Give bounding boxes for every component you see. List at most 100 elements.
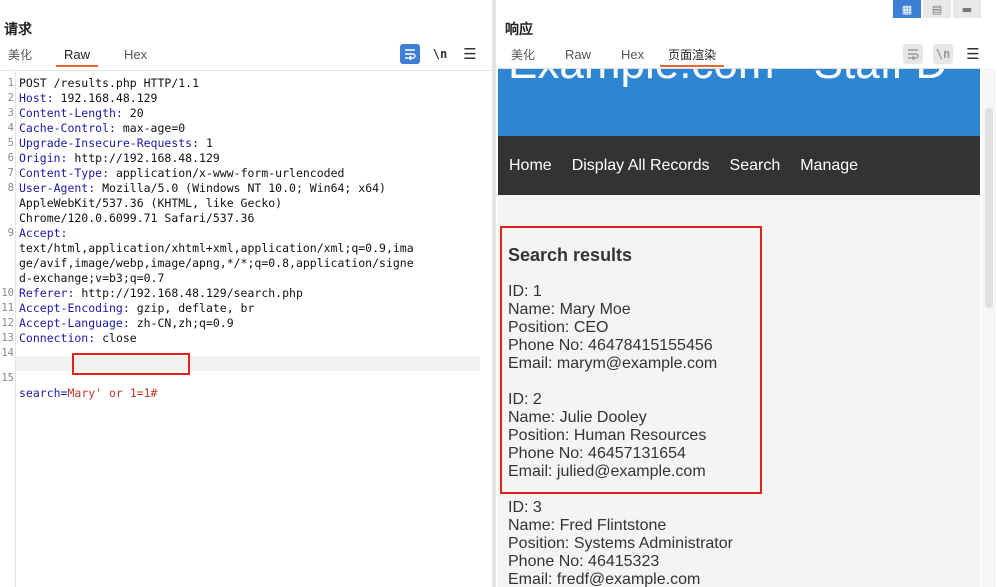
menu-icon[interactable]: ☰: [963, 44, 983, 64]
header-name: Accept-Encoding:: [19, 301, 130, 315]
layout-switcher: ▦ ▤ ▬: [893, 0, 983, 18]
wrap-lines-icon[interactable]: [400, 44, 420, 64]
split-horizontal-icon[interactable]: ▦: [893, 0, 921, 18]
scroll-thumb[interactable]: [985, 108, 993, 308]
line-number: 10: [1, 287, 14, 299]
header-name: Content-Type:: [19, 166, 110, 180]
record-name: Name: Julie Dooley: [508, 409, 647, 426]
menu-icon[interactable]: ☰: [460, 44, 480, 64]
header-value: http://192.168.48.129: [67, 151, 220, 165]
line-gutter: [15, 71, 16, 587]
header-value: 192.168.48.129: [53, 91, 158, 105]
nav-search[interactable]: Search: [730, 157, 781, 175]
line-number: 15: [1, 372, 14, 384]
nav-display-all-records[interactable]: Display All Records: [572, 157, 710, 175]
line-number: 4: [7, 122, 14, 134]
header-name: Origin:: [19, 151, 68, 165]
site-title: Example.com - Staff D: [508, 69, 947, 89]
record-position: Position: Human Resources: [508, 427, 707, 444]
single-pane-icon[interactable]: ▬: [953, 0, 981, 18]
line-number: 6: [7, 152, 14, 164]
header-value: max-age=0: [115, 121, 186, 135]
header-value: zh-CN,zh;q=0.9: [129, 316, 234, 330]
header-name: Host:: [19, 91, 54, 105]
header-name: Upgrade-Insecure-Requests:: [19, 136, 200, 150]
line-number: 13: [1, 332, 14, 344]
record-email: Email: marym@example.com: [508, 355, 718, 372]
line-number: 3: [7, 107, 14, 119]
response-title: 响应: [505, 22, 533, 38]
site-header: Example.com - Staff D: [498, 69, 980, 136]
tab-raw[interactable]: Raw: [56, 45, 99, 67]
line-number: 2: [7, 92, 14, 104]
code-text: d-exchange;v=b3;q=0.7: [19, 271, 165, 285]
injection-payload: Mary' or 1=1#: [67, 386, 158, 400]
header-name: User-Agent:: [19, 181, 96, 195]
header-name: Content-Length:: [19, 106, 123, 120]
record-email: Email: julied@example.com: [508, 463, 706, 480]
line-number: 9: [7, 227, 14, 239]
header-value: close: [95, 331, 137, 345]
code-text: POST /results.php HTTP/1.1: [19, 76, 200, 90]
wrap-lines-icon[interactable]: [903, 44, 923, 64]
code-text: ge/avif,image/webp,image/apng,*/*;q=0.8,…: [19, 256, 414, 270]
header-value: gzip, deflate, br: [129, 301, 255, 315]
tab-pretty[interactable]: 美化: [503, 45, 543, 67]
body-param-name: search=: [19, 386, 68, 400]
line-number: 1: [7, 77, 14, 89]
record-id: ID: 2: [508, 391, 542, 408]
tab-hex[interactable]: Hex: [116, 45, 155, 67]
record-item: ID: 2 Name: Julie Dooley Position: Human…: [508, 391, 978, 481]
request-editor[interactable]: 1 POST /results.php HTTP/1.1 2 Host: 192.16…: [0, 70, 492, 587]
header-value: application/x-www-form-urlencoded: [109, 166, 345, 180]
header-value: 20: [122, 106, 144, 120]
record-item: ID: 1 Name: Mary Moe Position: CEO Phone…: [508, 283, 978, 373]
response-tabs: 美化 Raw Hex 页面渲染: [503, 45, 725, 67]
header-name: Accept:: [19, 226, 68, 240]
header-value: 1: [199, 136, 213, 150]
header-value: http://192.168.48.129/search.php: [74, 286, 303, 300]
record-phone: Phone No: 46457131654: [508, 445, 686, 462]
record-item: ID: 3 Name: Fred Flintstone Position: Sy…: [508, 499, 978, 587]
line-number: 11: [1, 302, 14, 314]
newline-toggle-button[interactable]: \n: [430, 44, 450, 64]
results-heading: Search results: [508, 245, 633, 265]
header-name: Connection:: [19, 331, 96, 345]
render-scrollbar[interactable]: [982, 68, 996, 587]
line-number: 8: [7, 182, 14, 194]
site-navbar: Home Display All Records Search Manage: [498, 136, 980, 195]
header-name: Referer:: [19, 286, 75, 300]
request-title: 请求: [4, 22, 32, 38]
record-position: Position: CEO: [508, 319, 609, 336]
header-name: Cache-Control:: [19, 121, 116, 135]
record-name: Name: Fred Flintstone: [508, 517, 667, 534]
split-vertical-icon[interactable]: ▤: [923, 0, 951, 18]
code-text: AppleWebKit/537.36 (KHTML, like Gecko): [19, 196, 283, 210]
record-phone: Phone No: 46478415155456: [508, 337, 713, 354]
search-results: Search results ID: 1 Name: Mary Moe Posi…: [508, 243, 978, 587]
line-number: 5: [7, 137, 14, 149]
record-name: Name: Mary Moe: [508, 301, 631, 318]
record-phone: Phone No: 46415323: [508, 553, 660, 570]
response-pane: ▦ ▤ ▬ 响应 美化 Raw Hex 页面渲染 \n ☰ Example.co…: [496, 0, 997, 587]
record-id: ID: 1: [508, 283, 542, 300]
tab-raw[interactable]: Raw: [557, 45, 599, 67]
code-text: text/html,application/xhtml+xml,applicat…: [19, 241, 414, 255]
code-text: Chrome/120.0.6099.71 Safari/537.36: [19, 211, 255, 225]
nav-home[interactable]: Home: [509, 157, 552, 175]
nav-manage[interactable]: Manage: [800, 157, 858, 175]
record-position: Position: Systems Administrator: [508, 535, 733, 552]
rendered-page: Example.com - Staff D Home Display All R…: [498, 68, 980, 587]
line-number: 7: [7, 167, 14, 179]
tab-hex[interactable]: Hex: [613, 45, 652, 67]
tab-render[interactable]: 页面渲染: [660, 45, 725, 67]
payload-highlight-box: [72, 353, 190, 375]
request-pane: 请求 美化 Raw Hex \n ☰ 1 POST /results.php HT…: [0, 0, 492, 587]
record-id: ID: 3: [508, 499, 542, 516]
record-email: Email: fredf@example.com: [508, 571, 701, 587]
newline-toggle-button[interactable]: \n: [933, 44, 953, 64]
request-tabs: 美化 Raw Hex: [0, 45, 155, 67]
tab-pretty[interactable]: 美化: [0, 45, 40, 67]
header-value: Mozilla/5.0 (Windows NT 10.0; Win64; x64…: [95, 181, 386, 195]
line-number: 12: [1, 317, 14, 329]
